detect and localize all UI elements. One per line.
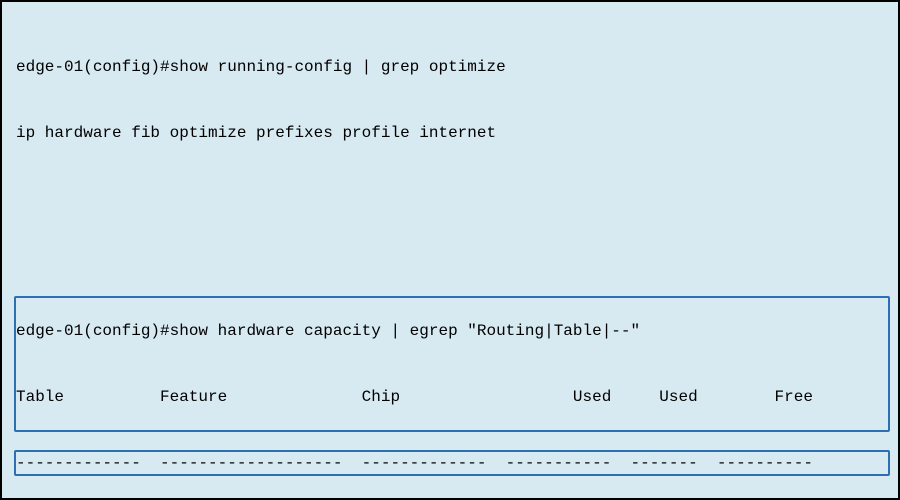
cmd2-line: edge-01(config)#show hardware capacity |…	[16, 320, 884, 342]
cmd1-output-1: ip hardware fib optimize prefixes profil…	[16, 122, 884, 144]
highlight-resource-rows	[14, 296, 890, 432]
cli-terminal: edge-01(config)#show running-config | gr…	[0, 0, 900, 500]
blank-1	[16, 188, 884, 210]
table-header: Table Feature Chip Used Used Free	[16, 386, 884, 408]
cmd1-line: edge-01(config)#show running-config | gr…	[16, 56, 884, 78]
blank-2	[16, 254, 884, 276]
table-rule: ------------- ------------------- ------…	[16, 452, 884, 474]
